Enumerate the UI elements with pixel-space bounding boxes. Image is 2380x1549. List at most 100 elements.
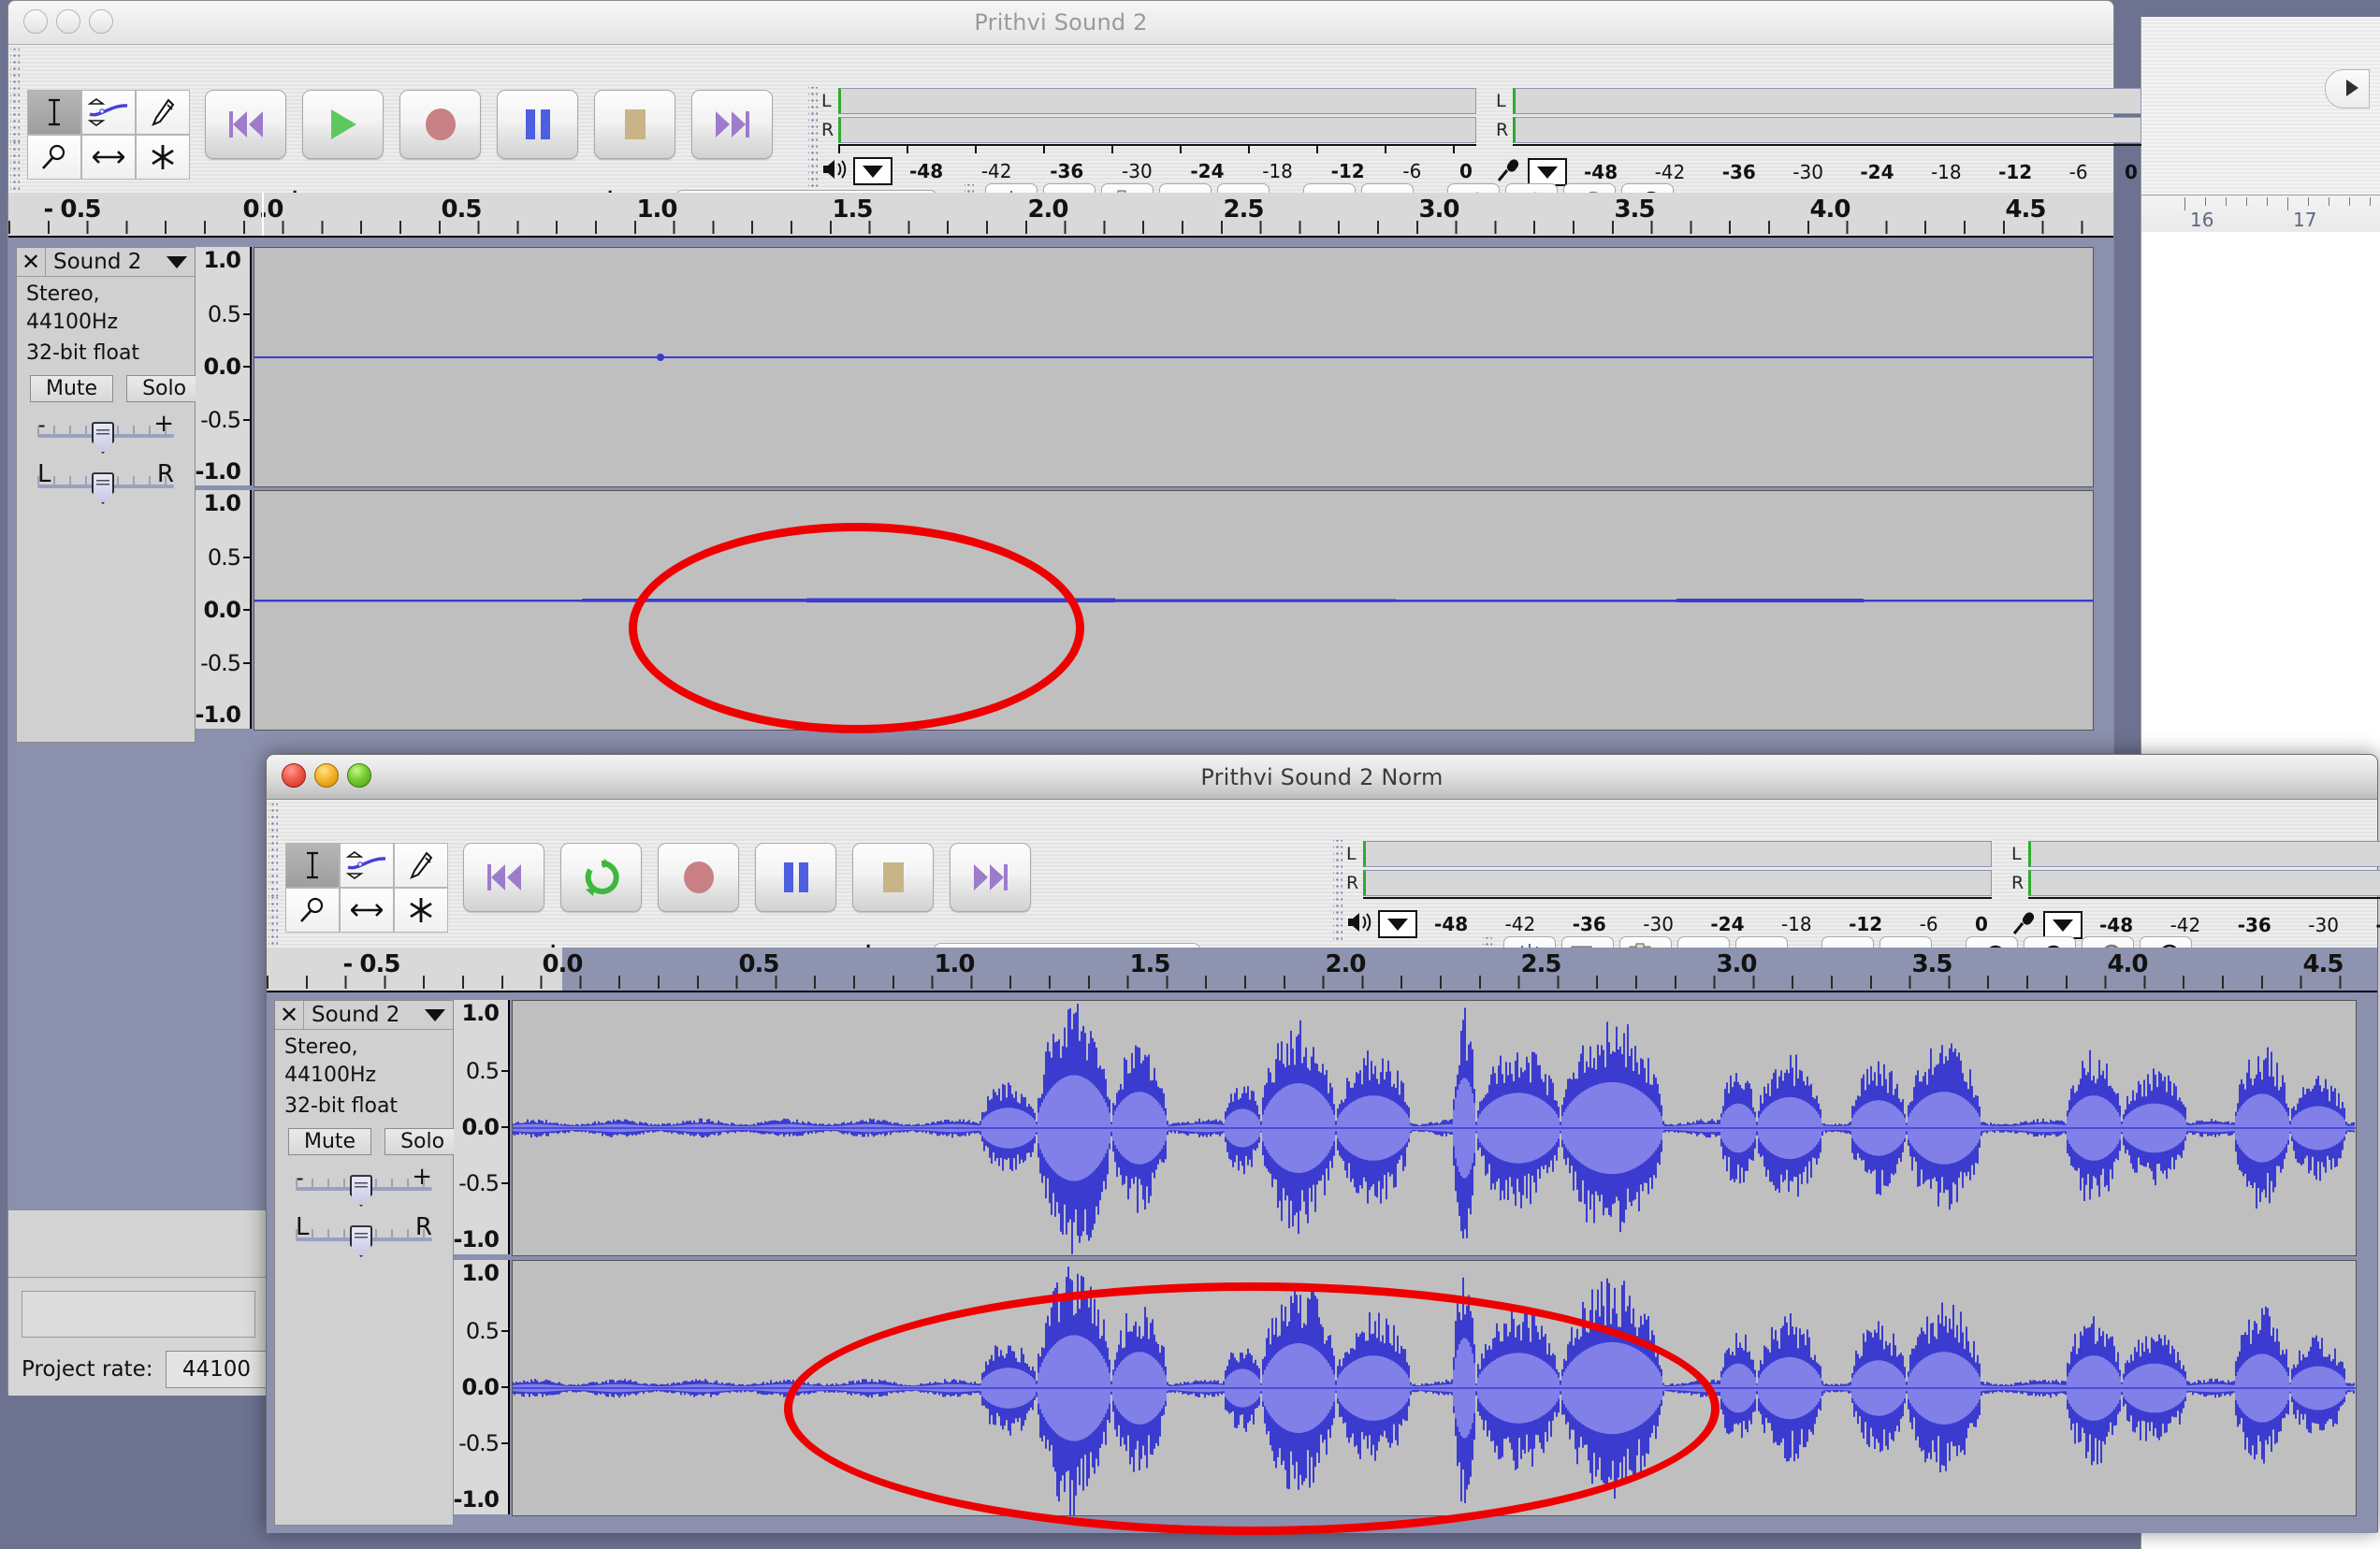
vruler-label: -0.5 (200, 650, 240, 676)
window2-waveform-left[interactable] (512, 1000, 2357, 1256)
close-track-icon[interactable]: ✕ (275, 1001, 304, 1029)
vruler-label: -0.5 (200, 407, 240, 433)
window1-waveform-right[interactable] (254, 490, 2094, 731)
toolbar-grip[interactable] (10, 49, 20, 142)
output-meter-scale: -48-42 -36-30 -24-18 -12-6 0 (892, 160, 1476, 182)
multi-tool[interactable] (394, 888, 448, 933)
mute-button[interactable]: Mute (30, 375, 113, 402)
selection-tool[interactable] (27, 90, 81, 135)
track-header: ✕ Sound 2 (275, 1001, 453, 1030)
zoom-tool[interactable] (285, 888, 340, 933)
skip-to-start-button[interactable] (205, 90, 286, 159)
toolbar-grip[interactable] (268, 803, 278, 897)
solo-button[interactable]: Solo (385, 1128, 460, 1155)
output-meter-menu-button[interactable] (853, 157, 892, 185)
track-title[interactable]: Sound 2 (46, 250, 195, 274)
track-menu-triangle-icon[interactable] (167, 256, 187, 268)
vruler-label: -0.5 (458, 1430, 499, 1456)
window1-waveform-left[interactable] (254, 247, 2094, 487)
skip-to-end-button[interactable] (691, 90, 773, 159)
ruler-label: 1.0 (934, 950, 974, 978)
loop-play-button[interactable] (560, 843, 642, 912)
output-meter-label-r: R (1346, 873, 1363, 893)
speaker-icon (1346, 910, 1378, 938)
output-meter[interactable]: L R -48-42 -36-30 (821, 86, 1476, 185)
mute-button[interactable]: Mute (288, 1128, 371, 1155)
vruler-label: 0.5 (466, 1058, 499, 1084)
status-message-box (22, 1291, 255, 1338)
ruler-label: 0.0 (542, 950, 582, 978)
vruler-label: 1.0 (461, 1260, 499, 1286)
output-meter[interactable]: L R -48-42 -36-30 (1346, 839, 1992, 938)
window1-toolbar: L R -48-42 -36-30 (8, 45, 2113, 195)
close-track-icon[interactable]: ✕ (17, 248, 46, 276)
window2-traffic-lights[interactable] (282, 763, 371, 788)
window2-track-area: ✕ Sound 2 Stereo, 44100Hz 32-bit float M… (267, 992, 2377, 1533)
audacity-window-prithvi-sound-2-norm[interactable]: Prithvi Sound 2 Norm (266, 754, 2378, 1532)
input-meter-label-r: R (2011, 873, 2028, 893)
zoom-button[interactable] (347, 763, 371, 788)
solo-button[interactable]: Solo (126, 375, 202, 402)
pause-button[interactable] (497, 90, 578, 159)
zoom-tool[interactable] (27, 135, 81, 180)
window1-timeline-ruler[interactable]: - 0.5 0.0 0.5 1.0 1.5 2.0 2.5 3.0 3.5 4.… (8, 193, 2113, 238)
vruler-label: 1.0 (203, 490, 240, 516)
ruler-label: 0.5 (738, 950, 778, 978)
input-meter-menu-button[interactable] (2043, 911, 2082, 939)
meter-grip[interactable] (1333, 840, 1342, 941)
draw-tool[interactable] (394, 843, 448, 888)
skip-to-start-button[interactable] (463, 843, 544, 912)
timeshift-tool[interactable] (81, 135, 136, 180)
envelope-tool[interactable] (340, 843, 394, 888)
record-button[interactable] (658, 843, 739, 912)
window2-title: Prithvi Sound 2 Norm (1200, 764, 1443, 790)
envelope-tool[interactable] (81, 90, 136, 135)
track-pan-slider[interactable]: L R (37, 485, 174, 488)
minimize-button[interactable] (56, 9, 80, 34)
window1-traffic-lights[interactable] (23, 9, 113, 34)
output-meter-menu-button[interactable] (1378, 910, 1417, 938)
draw-tool[interactable] (136, 90, 190, 135)
window2-titlebar[interactable]: Prithvi Sound 2 Norm (267, 755, 2377, 800)
window1-titlebar[interactable]: Prithvi Sound 2 (8, 1, 2113, 45)
vruler-label: -1.0 (196, 702, 240, 728)
ruler-label: 1.0 (636, 195, 676, 224)
multi-tool[interactable] (136, 135, 190, 180)
play-button[interactable] (302, 90, 384, 159)
close-button[interactable] (23, 9, 48, 34)
window1-track-control-panel[interactable]: ✕ Sound 2 Stereo, 44100Hz 32-bit float M… (16, 247, 196, 743)
ruler-label: - 0.5 (44, 195, 101, 224)
track-menu-triangle-icon[interactable] (425, 1009, 445, 1021)
stop-button[interactable] (594, 90, 675, 159)
output-meter-label-l: L (821, 91, 838, 111)
ruler-label: 1.5 (832, 195, 872, 224)
window2-timeline-ruler[interactable]: - 0.5 0.0 0.5 1.0 1.5 2.0 2.5 3.0 3.5 4.… (267, 948, 2377, 992)
background-window-scroll-arrow[interactable] (2325, 69, 2370, 109)
toolbar-grip-2[interactable] (10, 142, 20, 191)
track-pan-slider[interactable]: L R (296, 1238, 432, 1241)
record-button[interactable] (399, 90, 481, 159)
vruler-label: 1.0 (203, 247, 240, 273)
track-gain-slider[interactable]: - + (37, 434, 174, 438)
minimize-button[interactable] (314, 763, 339, 788)
track-title[interactable]: Sound 2 (304, 1003, 453, 1027)
input-meter[interactable]: L R -48-42 -36-30 (1496, 86, 2141, 187)
input-meter-menu-button[interactable] (1528, 158, 1567, 186)
input-meter-scale: -48-42 -36-30 -24-18 -12-6 0 (1567, 161, 2141, 183)
input-meter[interactable]: L R -48-42 -36-30 (2011, 839, 2380, 940)
ruler-label: 2.5 (1520, 950, 1560, 978)
timeshift-tool[interactable] (340, 888, 394, 933)
selection-tool[interactable] (285, 843, 340, 888)
toolbar-grip-2[interactable] (268, 897, 278, 946)
window2-track-control-panel[interactable]: ✕ Sound 2 Stereo, 44100Hz 32-bit float M… (274, 1000, 454, 1526)
close-button[interactable] (282, 763, 306, 788)
project-rate-label: Project rate: (22, 1357, 152, 1382)
project-rate-value[interactable]: 44100 (166, 1351, 267, 1388)
zoom-button[interactable] (89, 9, 113, 34)
meter-grip[interactable] (808, 87, 818, 188)
vruler-label: -1.0 (454, 1486, 499, 1513)
skip-to-end-button[interactable] (950, 843, 1031, 912)
stop-button[interactable] (852, 843, 934, 912)
track-gain-slider[interactable]: - + (296, 1187, 432, 1191)
pause-button[interactable] (755, 843, 836, 912)
